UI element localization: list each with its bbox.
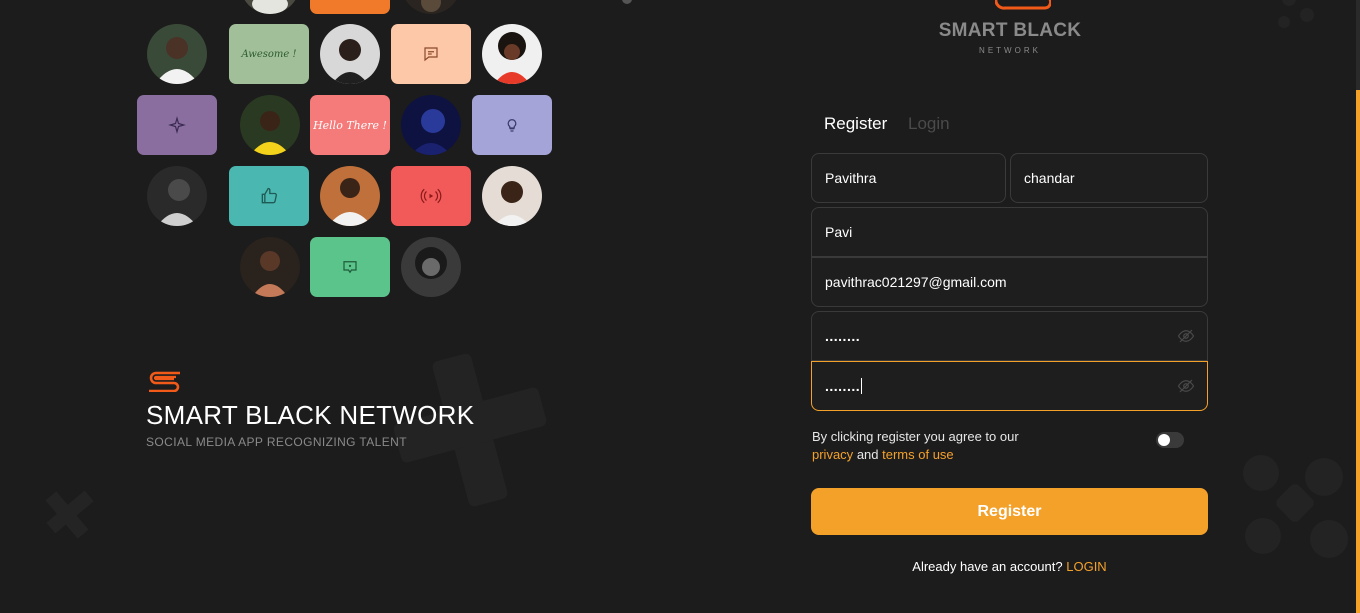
comment-icon [343,261,357,274]
scrollbar-track[interactable] [1356,0,1360,613]
tile-broadcast [391,166,471,226]
avatar [320,24,380,84]
toggle-knob [1158,434,1170,446]
terms-of-use-link[interactable]: terms of use [882,447,954,462]
first-name-field[interactable]: Pavithra [811,153,1006,203]
bg-dot [1245,518,1281,554]
avatar [240,0,300,14]
avatar [482,24,542,84]
avatar [401,95,461,155]
register-button[interactable]: Register [811,488,1208,535]
terms-prefix: By clicking register you agree to our [812,429,1019,444]
email-value: pavithrac021297@gmail.com [825,274,1007,290]
avatar [147,24,207,84]
terms-toggle[interactable] [1156,432,1184,448]
already-have-account: Already have an account? LOGIN [811,559,1208,574]
eye-off-icon[interactable] [1177,327,1195,345]
tile-orange [310,0,390,14]
avatar [401,237,461,297]
tile-idea [472,95,552,155]
last-name-value: chandar [1024,170,1075,186]
top-logo [994,0,1053,17]
tile-hello-text: Hello There ! [313,118,387,132]
tab-register[interactable]: Register [824,114,887,134]
username-value: Pavi [825,224,853,240]
tile-sparkle [137,95,217,155]
already-text: Already have an account? [912,559,1063,574]
privacy-link[interactable]: privacy [812,447,853,462]
first-name-value: Pavithra [825,170,877,186]
username-field[interactable]: Pavi [811,207,1208,257]
avatar [482,166,542,226]
avatar [240,237,300,297]
tile-like [229,166,309,226]
chat-icon [424,47,438,62]
tile-awesome: Awesome ! [229,24,309,84]
scrollbar-thumb[interactable] [1356,0,1360,90]
text-caret [861,378,863,394]
bg-dot [1300,8,1314,22]
sparkle-icon [168,116,186,134]
logo-mark-icon [994,0,1053,10]
password-value: ........ [825,328,861,344]
eye-off-icon[interactable] [1177,377,1195,395]
email-field[interactable]: pavithrac021297@gmail.com [811,257,1208,307]
tile-chat [391,24,471,84]
avatar [401,0,461,14]
login-link[interactable]: LOGIN [1066,559,1106,574]
confirm-password-field[interactable]: ........ [811,361,1208,411]
bg-dot [1310,520,1348,558]
tile-comment [310,237,390,297]
thumbs-up-icon [261,187,278,204]
lightbulb-icon [507,119,517,132]
logo-mark-icon [149,371,180,393]
brand-tagline: SOCIAL MEDIA APP RECOGNIZING TALENT [146,435,407,449]
password-field[interactable]: ........ [811,311,1208,361]
terms-text: By clicking register you agree to our pr… [812,428,1019,464]
broadcast-icon [420,188,442,204]
tab-login[interactable]: Login [908,114,950,134]
bg-dot [1282,0,1296,6]
bg-dot [622,0,632,4]
bg-dot [1305,458,1343,496]
top-brand-subtitle: NETWORK [979,46,1041,55]
bg-dot [1278,16,1290,28]
avatar [240,95,300,155]
terms-and: and [856,447,879,462]
avatar [320,166,380,226]
bg-dot [1243,455,1279,491]
brand-title: SMART BLACK NETWORK [146,400,475,430]
confirm-password-value: ........ [825,378,861,394]
top-brand-title: SMART BLACK [938,20,1082,41]
last-name-field[interactable]: chandar [1010,153,1208,203]
tile-hello: Hello There ! [310,95,390,155]
avatar [147,166,207,226]
tile-awesome-text: Awesome ! [241,48,297,60]
brand-logo [146,370,184,397]
